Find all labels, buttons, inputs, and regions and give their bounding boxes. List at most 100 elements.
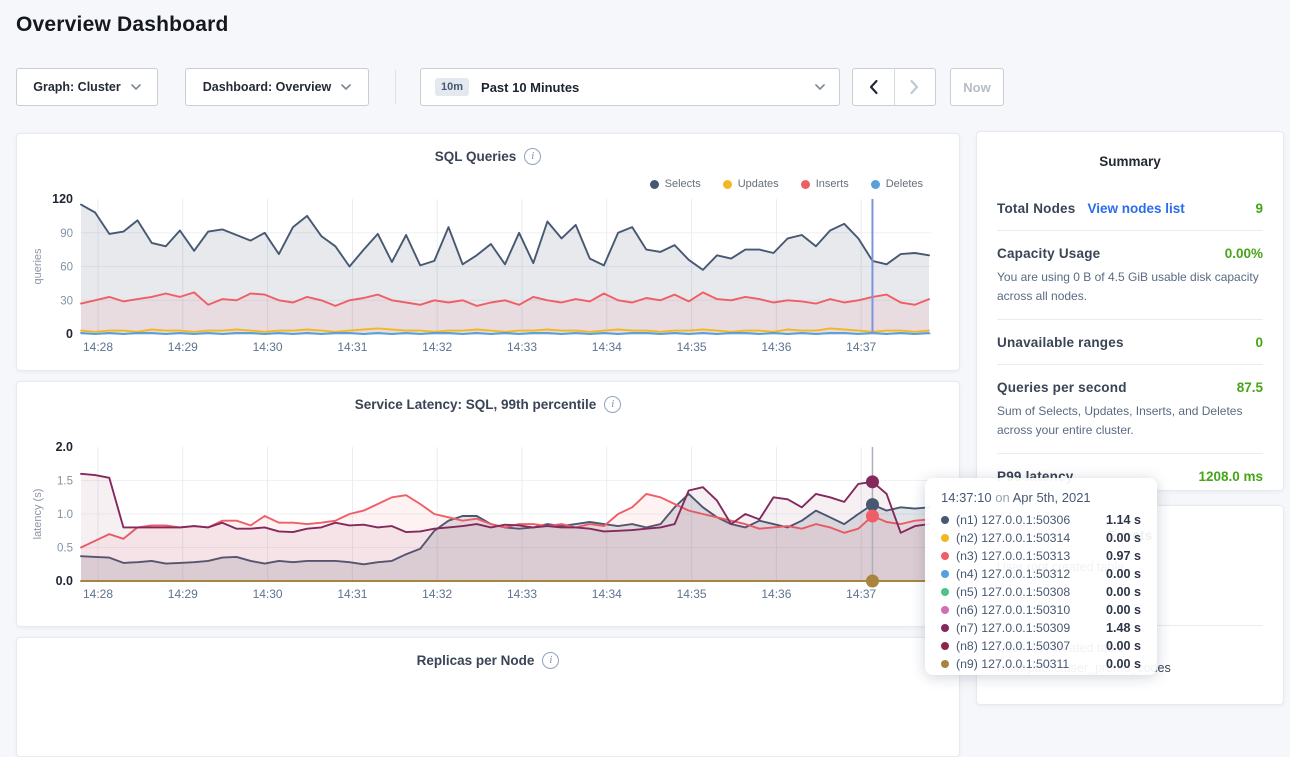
- svg-text:0.0: 0.0: [56, 574, 73, 588]
- summary-title: Summary: [997, 154, 1263, 169]
- node-series-dot: [941, 624, 949, 632]
- svg-text:latency (s): latency (s): [32, 489, 44, 540]
- service-latency-chart[interactable]: 0.00.51.01.52.014:2814:2914:3014:3114:32…: [17, 382, 961, 628]
- chevron-down-icon: [341, 84, 351, 90]
- summary-row: Total Nodes View nodes list 9: [997, 183, 1263, 231]
- svg-text:14:34: 14:34: [592, 587, 622, 601]
- tooltip-node-row: (n8) 127.0.0.1:50307 0.00 s: [941, 637, 1141, 655]
- summary-row-value: 87.5: [1237, 380, 1263, 395]
- svg-text:2.0: 2.0: [56, 440, 73, 454]
- time-range-badge: 10m: [435, 78, 469, 96]
- sql-queries-card: SQL Queries i Selects Updates Inserts De…: [16, 133, 960, 371]
- node-series-dot: [941, 588, 949, 596]
- page-title: Overview Dashboard: [16, 13, 229, 37]
- svg-text:14:32: 14:32: [422, 340, 452, 354]
- chevron-right-icon: [909, 79, 920, 95]
- svg-text:14:30: 14:30: [253, 340, 283, 354]
- summary-row-description: You are using 0 B of 4.5 GiB usable disk…: [997, 268, 1263, 305]
- tooltip-node-value: 0.00 s: [1106, 603, 1141, 617]
- tooltip-node-address: (n2) 127.0.0.1:50314: [956, 531, 1070, 545]
- tooltip-node-value: 0.00 s: [1106, 585, 1141, 599]
- svg-text:queries: queries: [32, 248, 44, 285]
- svg-text:14:36: 14:36: [761, 340, 791, 354]
- graph-dropdown[interactable]: Graph: Cluster: [16, 68, 158, 106]
- tooltip-node-address: (n9) 127.0.0.1:50311: [956, 657, 1069, 671]
- svg-text:0: 0: [66, 327, 73, 341]
- svg-text:14:37: 14:37: [846, 340, 876, 354]
- svg-text:90: 90: [60, 228, 73, 240]
- svg-text:14:28: 14:28: [83, 340, 113, 354]
- summary-row-value: 9: [1255, 201, 1263, 216]
- svg-text:14:32: 14:32: [422, 587, 452, 601]
- svg-text:14:30: 14:30: [253, 587, 283, 601]
- time-range-label: Past 10 Minutes: [481, 80, 579, 95]
- svg-text:14:35: 14:35: [677, 587, 707, 601]
- tooltip-node-address: (n3) 127.0.0.1:50313: [956, 549, 1070, 563]
- chevron-down-icon: [131, 84, 141, 90]
- overview-dashboard-page: Overview Dashboard Graph: Cluster Dashbo…: [0, 0, 1290, 689]
- tooltip-node-address: (n5) 127.0.0.1:50308: [956, 585, 1070, 599]
- summary-row-value: 1208.0 ms: [1198, 469, 1263, 484]
- summary-row-label: Unavailable ranges: [997, 335, 1124, 350]
- tooltip-node-row: (n3) 127.0.0.1:50313 0.97 s: [941, 547, 1141, 565]
- tooltip-node-address: (n6) 127.0.0.1:50310: [956, 603, 1070, 617]
- now-button: Now: [950, 68, 1004, 106]
- time-pager: [852, 68, 936, 106]
- toolbar-divider: [395, 70, 396, 104]
- next-range-button: [894, 69, 935, 105]
- node-series-dot: [941, 606, 949, 614]
- tooltip-node-value: 0.00 s: [1106, 567, 1141, 581]
- svg-text:14:28: 14:28: [83, 587, 113, 601]
- chevron-down-icon: [815, 84, 825, 90]
- svg-text:0.5: 0.5: [57, 543, 73, 555]
- node-series-dot: [941, 642, 949, 650]
- node-series-dot: [941, 570, 949, 578]
- svg-text:1.5: 1.5: [57, 476, 73, 488]
- summary-row-value: 0.00%: [1225, 246, 1263, 261]
- graph-dropdown-label: Graph: Cluster: [33, 80, 121, 94]
- replicas-per-node-title: Replicas per Node: [417, 653, 535, 668]
- service-latency-card: Service Latency: SQL, 99th percentile i …: [16, 381, 960, 627]
- svg-text:14:31: 14:31: [337, 587, 367, 601]
- summary-row-label: Total Nodes: [997, 201, 1075, 216]
- tooltip-node-address: (n8) 127.0.0.1:50307: [956, 639, 1070, 653]
- svg-text:14:34: 14:34: [592, 340, 622, 354]
- svg-text:120: 120: [52, 192, 73, 206]
- summary-row-value: 0: [1255, 335, 1263, 350]
- tooltip-node-value: 0.00 s: [1106, 639, 1141, 653]
- tooltip-node-row: (n7) 127.0.0.1:50309 1.48 s: [941, 619, 1141, 637]
- tooltip-node-row: (n6) 127.0.0.1:50310 0.00 s: [941, 601, 1141, 619]
- node-series-dot: [941, 660, 949, 668]
- sql-queries-chart[interactable]: 030609012014:2814:2914:3014:3114:3214:33…: [17, 134, 961, 372]
- info-icon[interactable]: i: [542, 652, 559, 669]
- svg-text:1.0: 1.0: [57, 509, 73, 521]
- svg-text:14:31: 14:31: [337, 340, 367, 354]
- svg-text:60: 60: [60, 262, 73, 274]
- dashboard-dropdown[interactable]: Dashboard: Overview: [185, 68, 369, 106]
- tooltip-node-value: 0.00 s: [1106, 657, 1141, 671]
- tooltip-node-row: (n9) 127.0.0.1:50311 0.00 s: [941, 655, 1141, 673]
- summary-row-description: Sum of Selects, Updates, Inserts, and De…: [997, 402, 1263, 439]
- svg-text:14:33: 14:33: [507, 340, 537, 354]
- node-series-dot: [941, 552, 949, 560]
- tooltip-node-value: 1.14 s: [1106, 513, 1141, 527]
- chevron-left-icon: [868, 79, 879, 95]
- prev-range-button[interactable]: [853, 69, 894, 105]
- tooltip-node-value: 0.97 s: [1106, 549, 1141, 563]
- tooltip-node-value: 1.48 s: [1106, 621, 1141, 635]
- tooltip-node-row: (n1) 127.0.0.1:50306 1.14 s: [941, 511, 1141, 529]
- summary-row-label: Capacity Usage: [997, 246, 1100, 261]
- chart-hover-tooltip: 14:37:10 on Apr 5th, 2021 (n1) 127.0.0.1…: [925, 478, 1157, 675]
- tooltip-node-address: (n7) 127.0.0.1:50309: [956, 621, 1070, 635]
- tooltip-node-address: (n1) 127.0.0.1:50306: [956, 513, 1070, 527]
- tooltip-node-value: 0.00 s: [1106, 531, 1141, 545]
- replicas-per-node-card: Replicas per Node i: [16, 637, 960, 757]
- svg-text:14:33: 14:33: [507, 587, 537, 601]
- summary-panel: Summary Total Nodes View nodes list 9 Ca…: [976, 131, 1284, 491]
- tooltip-node-row: (n4) 127.0.0.1:50312 0.00 s: [941, 565, 1141, 583]
- tooltip-node-row: (n5) 127.0.0.1:50308 0.00 s: [941, 583, 1141, 601]
- summary-row-label: Queries per second: [997, 380, 1127, 395]
- svg-text:14:37: 14:37: [846, 587, 876, 601]
- view-nodes-list-link[interactable]: View nodes list: [1087, 201, 1184, 216]
- time-range-dropdown[interactable]: 10m Past 10 Minutes: [420, 68, 840, 106]
